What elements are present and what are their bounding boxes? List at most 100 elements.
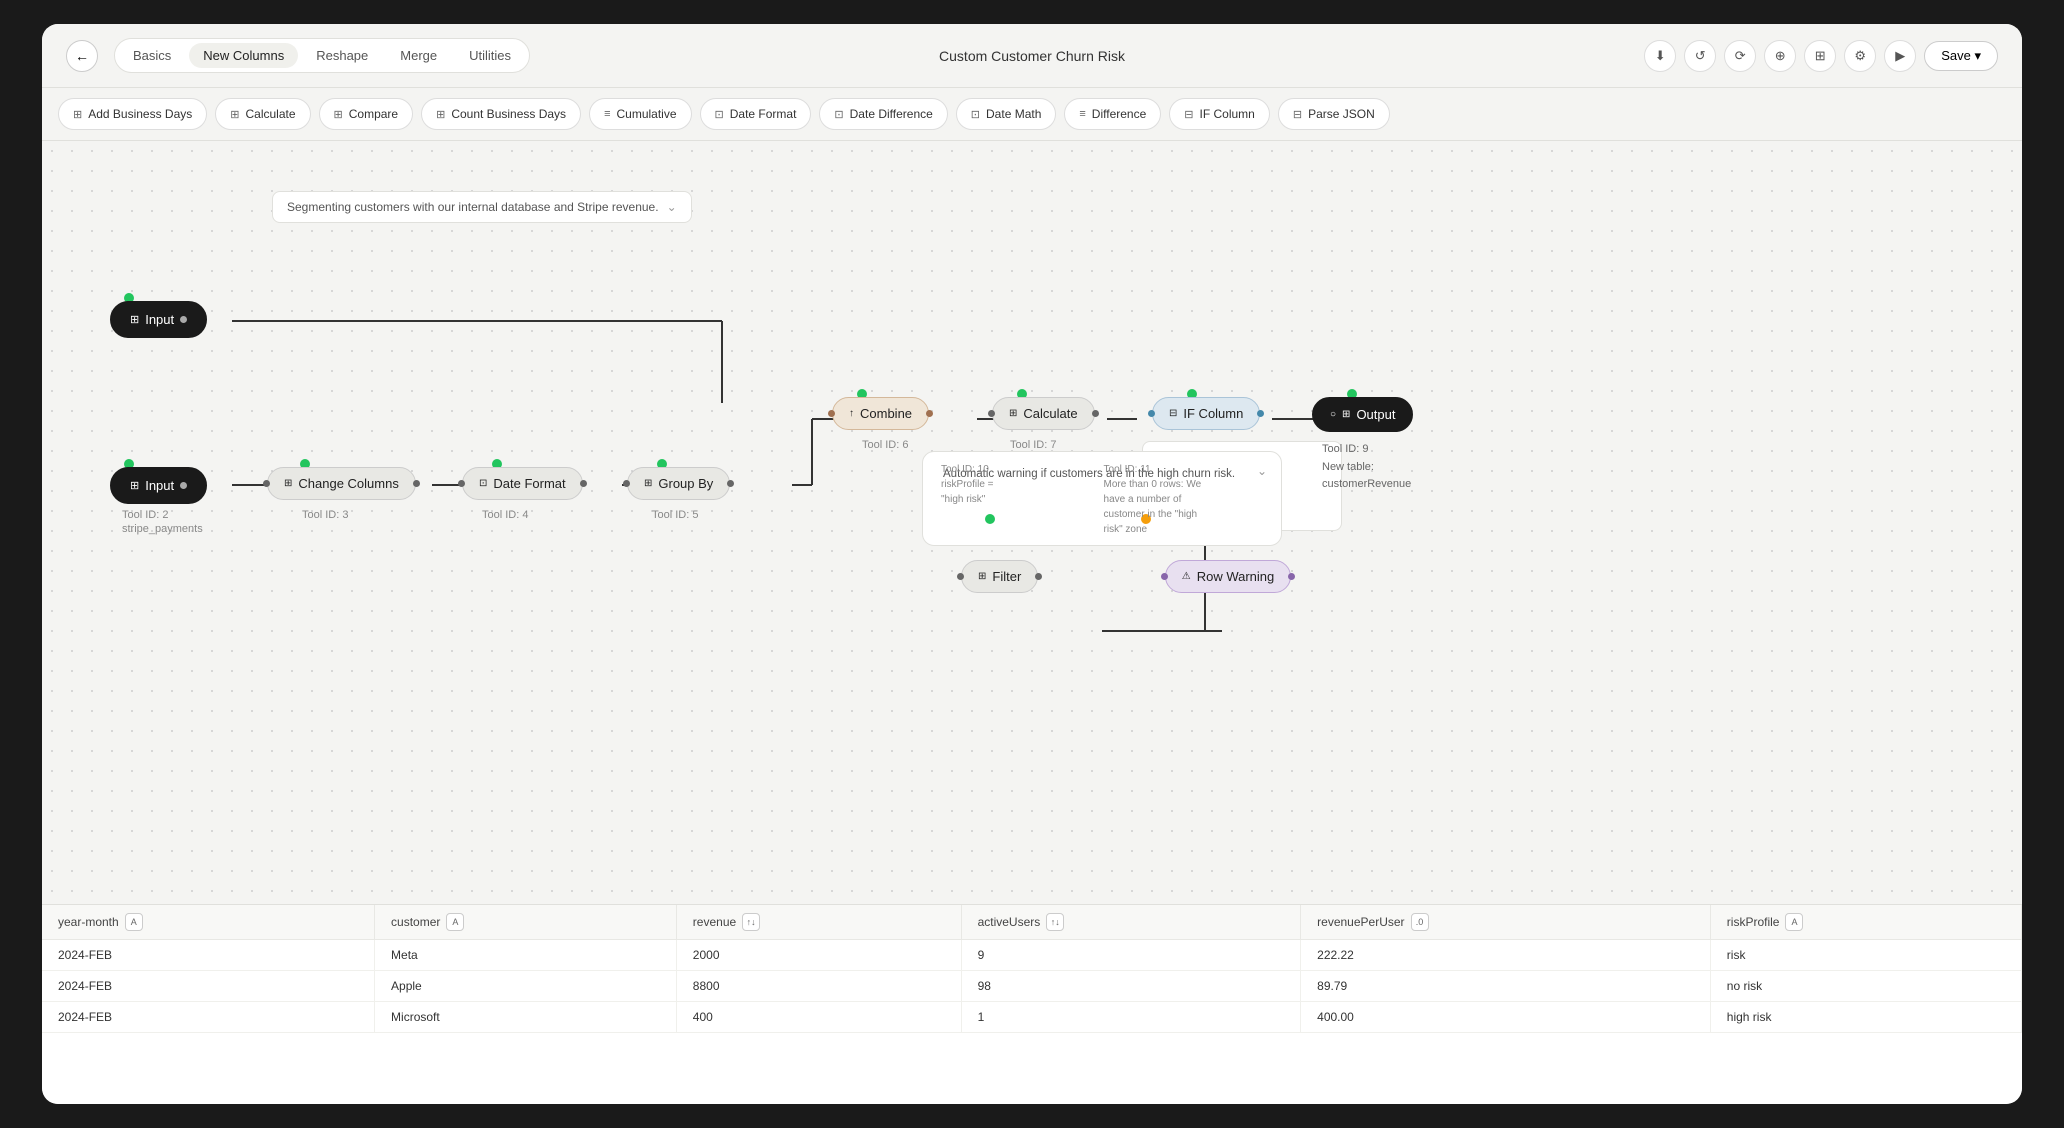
refresh-button[interactable]: ↺	[1684, 40, 1716, 72]
calculate-right	[1092, 410, 1099, 417]
nav-tab-merge[interactable]: Merge	[386, 43, 451, 68]
date-format-label: Date Format	[493, 476, 565, 491]
node-input1[interactable]: ⊞ Input	[110, 301, 207, 338]
tool-date-difference[interactable]: ⊡ Date Difference	[819, 98, 947, 130]
tool-parse-json[interactable]: ⊟ Parse JSON	[1278, 98, 1390, 130]
tool-difference[interactable]: ≡ Difference	[1064, 98, 1161, 130]
row-warning-icon: ⚠	[1182, 571, 1191, 582]
tool-icon-calculate: ⊞	[230, 108, 239, 121]
col-header-active-users: activeUsers ↑↓	[961, 905, 1301, 940]
group-by-left	[623, 480, 630, 487]
calculate-label: Calculate	[1023, 406, 1077, 421]
tool-icon-difference: ≡	[1079, 108, 1085, 120]
tool-calculate[interactable]: ⊞ Calculate	[215, 98, 310, 130]
cell-risk-profile-0: risk	[1710, 940, 2021, 971]
tool-icon-date-difference: ⊡	[834, 108, 843, 121]
col-type-revenue-per-user: .0	[1411, 913, 1429, 931]
cell-active-users-2: 1	[961, 1002, 1301, 1033]
description-expand-icon[interactable]: ⌄	[667, 200, 677, 214]
node-calculate[interactable]: ⊞ Calculate	[992, 397, 1095, 430]
table-header-row: year-month A customer A	[42, 905, 2022, 940]
combine-right	[926, 410, 933, 417]
calculate-icon: ⊞	[1009, 408, 1017, 419]
node-if-column[interactable]: ⊟ IF Column	[1152, 397, 1260, 430]
cell-revenue-per-user-1: 89.79	[1301, 971, 1711, 1002]
date-format-right	[580, 480, 587, 487]
row-warning-left	[1161, 573, 1168, 580]
col-header-customer: customer A	[375, 905, 677, 940]
group-by-icon: ⊞	[644, 478, 652, 489]
warning-expand-icon[interactable]: ⌄	[1257, 464, 1267, 478]
calculate-tool-id: Tool ID: 7	[1010, 439, 1056, 451]
tool-date-math[interactable]: ⊡ Date Math	[956, 98, 1057, 130]
node-input2[interactable]: ⊞ Input	[110, 467, 207, 504]
node-row-warning[interactable]: ⚠ Row Warning	[1165, 560, 1292, 593]
node-combine[interactable]: ↑ Combine	[832, 397, 929, 430]
nav-tab-utilities[interactable]: Utilities	[455, 43, 525, 68]
col-type-active-users: ↑↓	[1046, 913, 1064, 931]
settings-button[interactable]: ⚙	[1844, 40, 1876, 72]
save-button[interactable]: Save ▾	[1924, 41, 1998, 71]
cell-revenue-0: 2000	[676, 940, 961, 971]
tool-icon-if-column: ⊟	[1184, 108, 1193, 121]
node-date-format[interactable]: ⊡ Date Format	[462, 467, 583, 500]
table-row: 2024-FEB Meta 2000 9 222.22 risk	[42, 940, 2022, 971]
tool-cumulative[interactable]: ≡ Cumulative	[589, 98, 691, 130]
input1-label: Input	[145, 312, 174, 327]
nav-tab-basics[interactable]: Basics	[119, 43, 185, 68]
bookmark-button[interactable]: ⊕	[1764, 40, 1796, 72]
col-header-risk-profile: riskProfile A	[1710, 905, 2021, 940]
input1-connector	[180, 316, 187, 323]
col-type-customer: A	[446, 913, 464, 931]
filter-right	[1035, 573, 1042, 580]
description-box: Segmenting customers with our internal d…	[272, 191, 692, 223]
combine-label: Combine	[860, 406, 912, 421]
change-columns-label: Change Columns	[298, 476, 398, 491]
cell-year-month-0: 2024-FEB	[42, 940, 375, 971]
input2-icon: ⊞	[130, 479, 139, 492]
table-row: 2024-FEB Microsoft 400 1 400.00 high ris…	[42, 1002, 2022, 1033]
description-text: Segmenting customers with our internal d…	[287, 200, 659, 214]
node-filter[interactable]: ⊞ Filter	[961, 560, 1038, 593]
node-group-by[interactable]: ⊞ Group By	[627, 467, 730, 500]
node-output[interactable]: ○ ⊞ Output	[1312, 397, 1413, 432]
change-columns-right	[413, 480, 420, 487]
grid-button[interactable]: ⊞	[1804, 40, 1836, 72]
output-label: Output	[1356, 407, 1395, 422]
tool-date-format[interactable]: ⊡ Date Format	[700, 98, 812, 130]
col-header-revenue: revenue ↑↓	[676, 905, 961, 940]
input2-label: Input	[145, 478, 174, 493]
tool-icon-compare: ⊞	[334, 108, 343, 121]
nav-tab-reshape[interactable]: Reshape	[302, 43, 382, 68]
change-columns-icon: ⊞	[284, 478, 292, 489]
cell-revenue-per-user-0: 222.22	[1301, 940, 1711, 971]
tool-count-business-days[interactable]: ⊞ Count Business Days	[421, 98, 581, 130]
change-columns-tool-id: Tool ID: 3	[302, 509, 348, 521]
tool-icon-date-format: ⊡	[715, 108, 724, 121]
back-button[interactable]: ←	[66, 40, 98, 72]
output-extra: New table: customerRevenue	[1322, 459, 1411, 494]
header-actions: ⬇ ↺ ⟳ ⊕ ⊞ ⚙ ▶ Save ▾	[1644, 40, 1998, 72]
tool-add-business-days[interactable]: ⊞ Add Business Days	[58, 98, 207, 130]
node-change-columns[interactable]: ⊞ Change Columns	[267, 467, 416, 500]
tool-if-column[interactable]: ⊟ IF Column	[1169, 98, 1270, 130]
nav-tabs: Basics New Columns Reshape Merge Utiliti…	[114, 38, 530, 73]
tool-icon-parse-json: ⊟	[1293, 108, 1302, 121]
cell-customer-2: Microsoft	[375, 1002, 677, 1033]
calculate-left	[988, 410, 995, 417]
page-title: Custom Customer Churn Risk	[939, 48, 1125, 64]
nav-tab-new-columns[interactable]: New Columns	[189, 43, 298, 68]
col-header-year-month: year-month A	[42, 905, 375, 940]
cell-active-users-1: 98	[961, 971, 1301, 1002]
download-button[interactable]: ⬇	[1644, 40, 1676, 72]
col-type-year-month: A	[125, 913, 143, 931]
group-by-label: Group By	[658, 476, 713, 491]
reload-button[interactable]: ⟳	[1724, 40, 1756, 72]
cell-year-month-2: 2024-FEB	[42, 1002, 375, 1033]
tool-compare[interactable]: ⊞ Compare	[319, 98, 414, 130]
play-button[interactable]: ▶	[1884, 40, 1916, 72]
table-row: 2024-FEB Apple 8800 98 89.79 no risk	[42, 971, 2022, 1002]
canvas-area[interactable]: Segmenting customers with our internal d…	[42, 141, 2022, 1104]
row-warning-label: Row Warning	[1197, 569, 1275, 584]
cell-revenue-1: 8800	[676, 971, 961, 1002]
